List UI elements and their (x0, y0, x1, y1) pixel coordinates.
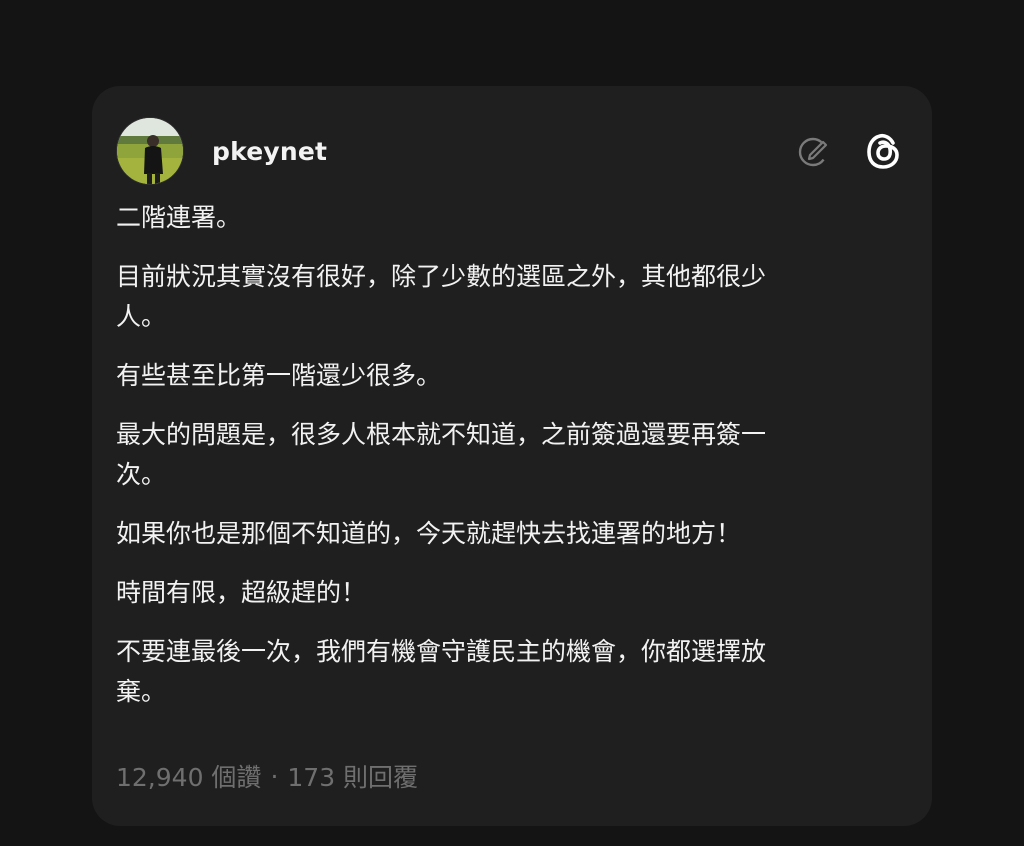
post-paragraph: 最大的問題是，很多人根本就不知道，之前簽過還要再簽一 次。 (116, 420, 767, 489)
post-paragraph: 目前狀況其實沒有很好，除了少數的選區之外，其他都很少 人。 (116, 262, 767, 331)
threads-logo-icon[interactable] (862, 129, 906, 173)
likes-count[interactable]: 12,940 個讚 (116, 758, 261, 794)
username[interactable]: pkeynet (212, 137, 327, 166)
stats-separator: · (270, 761, 279, 791)
post-paragraph: 不要連最後一次，我們有機會守護民主的機會，你都選擇放 棄。 (116, 637, 767, 706)
compose-edit-icon[interactable] (796, 133, 832, 169)
replies-count[interactable]: 173 則回覆 (287, 758, 418, 794)
threads-post-card: pkeynet 二階連署。 目前狀況其實沒有很好，除了少數的選區之外，其他都很少… (92, 86, 932, 826)
post-paragraph: 有些甚至比第一階還少很多。 (116, 361, 442, 390)
post-header: pkeynet (116, 116, 906, 186)
post-stats: 12,940 個讚 · 173 則回覆 (116, 758, 418, 794)
avatar-photo (117, 118, 183, 184)
post-paragraph: 時間有限，超級趕的！ (116, 578, 367, 607)
post-body: 二階連署。 目前狀況其實沒有很好，除了少數的選區之外，其他都很少 人。 有些甚至… (116, 198, 886, 712)
post-paragraph: 二階連署。 (116, 203, 242, 232)
post-paragraph: 如果你也是那個不知道的，今天就趕快去找連署的地方！ (116, 519, 742, 548)
avatar[interactable] (116, 117, 184, 185)
